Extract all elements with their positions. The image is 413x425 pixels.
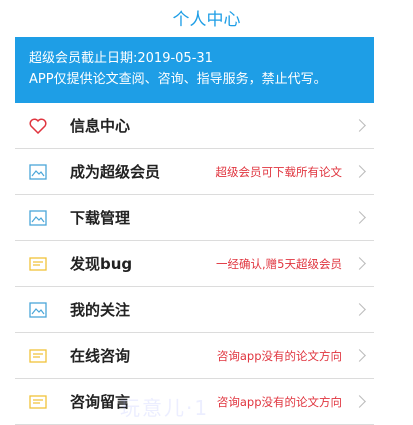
chevron-right-icon: [353, 395, 366, 408]
chevron-right-icon: [353, 119, 366, 132]
menu-item-become-vip[interactable]: 成为超级会员 超级会员可下载所有论文: [15, 149, 374, 195]
heart-icon: [28, 116, 48, 136]
image-icon: [28, 300, 48, 320]
menu-item-label: 信息中心: [70, 117, 131, 135]
chevron-right-icon: [353, 165, 366, 178]
header: 个人中心: [0, 0, 413, 34]
menu-item-label: 在线咨询: [70, 347, 131, 365]
menu-item-my-follows[interactable]: 我的关注: [15, 287, 374, 333]
membership-banner: 超级会员截止日期:2019-05-31 APP仅提供论文查阅、咨询、指导服务，禁…: [15, 37, 374, 103]
chevron-right-icon: [353, 349, 366, 362]
menu-item-label: 咨询留言: [70, 393, 131, 411]
menu-item-download-manager[interactable]: 下载管理: [15, 195, 374, 241]
message-icon: [28, 346, 48, 366]
menu-item-note: 超级会员可下载所有论文: [215, 164, 343, 179]
message-icon: [28, 254, 48, 274]
image-icon: [28, 162, 48, 182]
image-icon: [28, 208, 48, 228]
membership-expiry-text: 超级会员截止日期:2019-05-31: [29, 51, 213, 66]
chevron-right-icon: [353, 303, 366, 316]
menu-item-note: 一经确认,赠5天超级会员: [216, 256, 342, 271]
menu-item-label: 发现bug: [70, 255, 133, 273]
menu-item-leave-message[interactable]: 咨询留言 咨询app没有的论文方向: [15, 379, 374, 425]
menu-list: 信息中心 成为超级会员 超级会员可下载所有论文 下载管理 发现bug 一经确认,…: [15, 103, 374, 425]
page-title: 个人中心: [172, 9, 241, 30]
menu-item-note: 咨询app没有的论文方向: [216, 394, 342, 409]
message-icon: [28, 392, 48, 412]
menu-item-report-bug[interactable]: 发现bug 一经确认,赠5天超级会员: [15, 241, 374, 287]
menu-item-info-center[interactable]: 信息中心: [15, 103, 374, 149]
service-notice-text: APP仅提供论文查阅、咨询、指导服务，禁止代写。: [29, 72, 327, 87]
menu-item-label: 成为超级会员: [70, 163, 161, 181]
menu-item-label: 下载管理: [70, 209, 131, 227]
menu-item-note: 咨询app没有的论文方向: [216, 348, 342, 363]
menu-item-label: 我的关注: [70, 301, 131, 319]
menu-item-online-consult[interactable]: 在线咨询 咨询app没有的论文方向: [15, 333, 374, 379]
chevron-right-icon: [353, 211, 366, 224]
chevron-right-icon: [353, 257, 366, 270]
